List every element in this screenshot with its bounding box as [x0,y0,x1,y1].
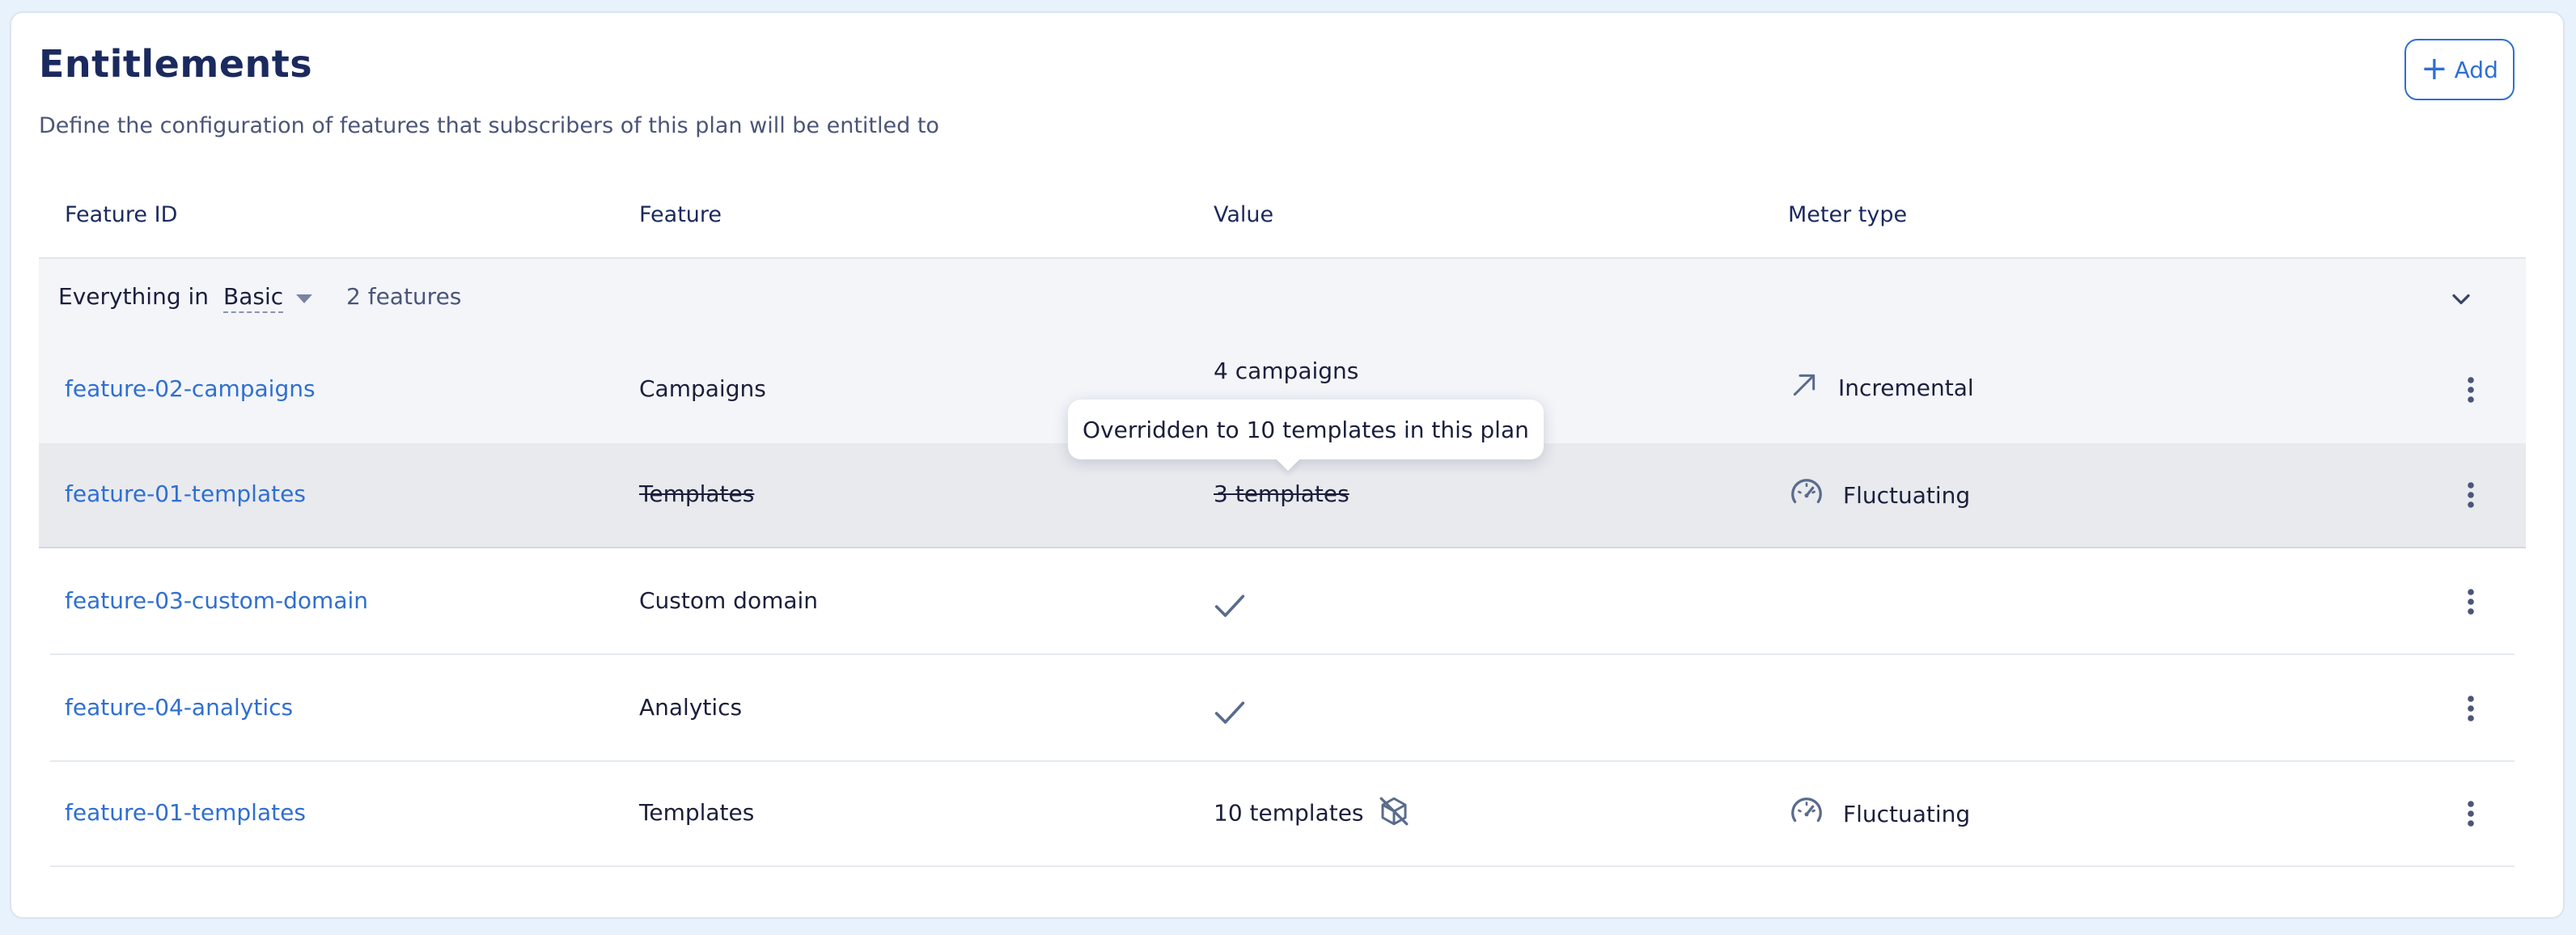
page-title: Entitlements [39,42,313,86]
feature-id-link[interactable]: feature-01-templates [65,799,306,826]
feature-value: 3 templates [1214,480,1349,507]
feature-name: Campaigns [639,375,766,402]
meter-type: Fluctuating [1788,474,1970,517]
feature-id-link[interactable]: feature-01-templates [65,480,306,507]
check-icon [1212,697,1248,733]
override-box-icon[interactable] [1377,794,1411,834]
table-row: feature-01-templates Templates 10 templa… [39,762,2526,867]
feature-name: Analytics [639,694,743,721]
feature-name: Custom domain [639,587,819,614]
row-menu-icon[interactable] [2466,480,2476,513]
meter-type: Incremental [1788,369,1974,407]
feature-name: Templates [639,799,755,826]
gauge-icon [1788,474,1825,517]
arrow-up-right-icon [1788,369,1820,407]
column-header-feature-id: Feature ID [65,202,178,227]
feature-name: Templates [639,480,755,507]
chevron-down-icon[interactable] [2447,285,2476,317]
feature-value: 4 campaigns [1214,358,1359,384]
tooltip-text: Overridden to 10 templates in this plan [1083,416,1529,443]
group-prefix: Everything in [58,283,210,310]
page-subtitle: Define the configuration of features tha… [39,113,939,138]
row-menu-icon[interactable] [2466,375,2476,408]
check-icon [1212,590,1248,626]
base-plan-select[interactable]: Basic [223,283,284,313]
feature-value-cell: 10 templates [1214,794,1411,834]
feature-id-link[interactable]: feature-02-campaigns [65,375,316,402]
table-row: feature-03-custom-domain Custom domain [39,550,2526,655]
feature-id-link[interactable]: feature-03-custom-domain [65,587,368,614]
caret-down-icon[interactable] [296,294,312,303]
add-button-label: Add [2454,56,2498,83]
meter-type-label: Fluctuating [1843,801,1971,827]
override-tooltip: Overridden to 10 templates in this plan [1068,400,1544,459]
meter-type: Fluctuating [1788,793,1970,836]
row-menu-icon[interactable] [2466,587,2476,620]
table-row: feature-04-analytics Analytics [39,657,2526,762]
inherited-group-header[interactable]: Everything in Basic 2 features [39,257,2526,340]
add-button[interactable]: + Add [2404,39,2515,100]
column-header-value: Value [1214,202,1274,227]
column-header-meter-type: Meter type [1788,202,1908,227]
meter-type-label: Incremental [1838,374,1974,401]
meter-type-label: Fluctuating [1843,482,1971,509]
row-menu-icon[interactable] [2466,799,2476,831]
table-header: Feature ID Feature Value Meter type [39,184,2526,257]
row-menu-icon[interactable] [2466,694,2476,726]
column-header-feature: Feature [639,202,722,227]
gauge-icon [1788,793,1825,836]
feature-id-link[interactable]: feature-04-analytics [65,694,293,721]
group-feature-count: 2 features [346,283,462,310]
plus-icon: + [2421,49,2448,87]
feature-value: 10 templates [1214,799,1364,827]
